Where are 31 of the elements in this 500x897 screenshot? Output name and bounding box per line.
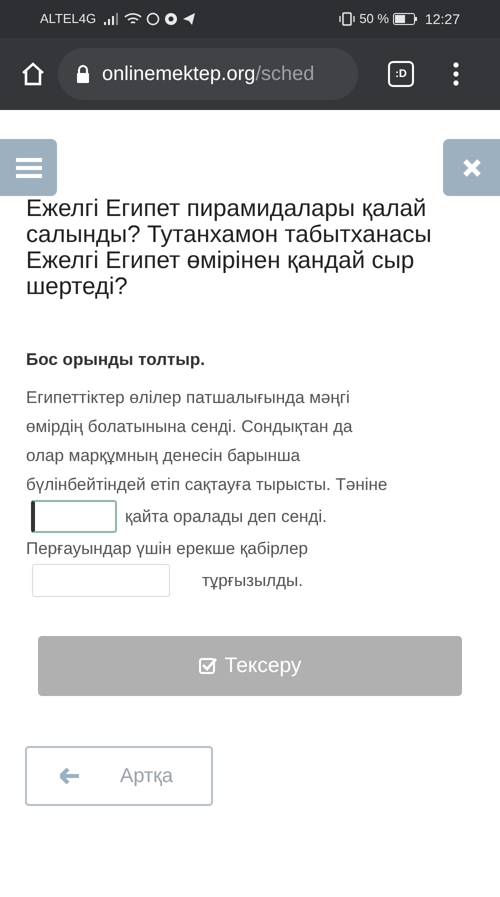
passage-text: тұрғызылды. [202, 570, 303, 592]
home-icon[interactable] [20, 61, 46, 87]
lock-icon [76, 65, 90, 83]
signal-icon [104, 13, 120, 25]
checkbox-icon [198, 656, 217, 674]
chat-icon [146, 12, 160, 26]
menu-icon[interactable] [452, 62, 460, 86]
arrow-left-icon [60, 768, 80, 784]
battery-percent: 50 % [359, 10, 389, 28]
answer-field[interactable] [31, 500, 117, 532]
question-title: Ежелгі Египет пирамидалары қалай салынды? Тутанхамон табытханасы Ежелгі Египет өмірінен қандай сыр шертеді? [25, 196, 433, 300]
vibrate-icon [339, 12, 356, 26]
passage-text: өмірдің болатынына сенді. Сондықтан да [26, 416, 353, 438]
clock-time: 12:27 [424, 10, 460, 28]
instruction-text: Бос орынды толтыр. [25, 349, 206, 371]
address-bar[interactable]: onlinemektep.org/sched [58, 48, 358, 100]
tabs-button[interactable]: :D [388, 61, 414, 87]
url-text: onlinemektep.org/sched [102, 62, 314, 87]
passage-text: олар марқұмның денесін барынша [26, 444, 300, 466]
passage-text: бүлінбейтіндей етіп сақтауға тырысты. Тәніне [26, 474, 388, 496]
browser-icon [164, 12, 178, 26]
passage-text: Египеттіктер өлілер патшалығында мәңгі [26, 386, 350, 408]
close-icon [462, 158, 482, 178]
passage-text: қайта оралады деп сенді. [125, 506, 327, 528]
answer-field[interactable] [32, 564, 170, 596]
passage-text: Перғауындар үшін ерекше қабірлер [26, 538, 308, 560]
battery-icon [392, 13, 417, 25]
send-icon [182, 12, 196, 26]
wifi-icon [124, 12, 142, 26]
carrier-name: ALTEL4G [40, 10, 96, 28]
hamburger-icon [16, 156, 42, 178]
